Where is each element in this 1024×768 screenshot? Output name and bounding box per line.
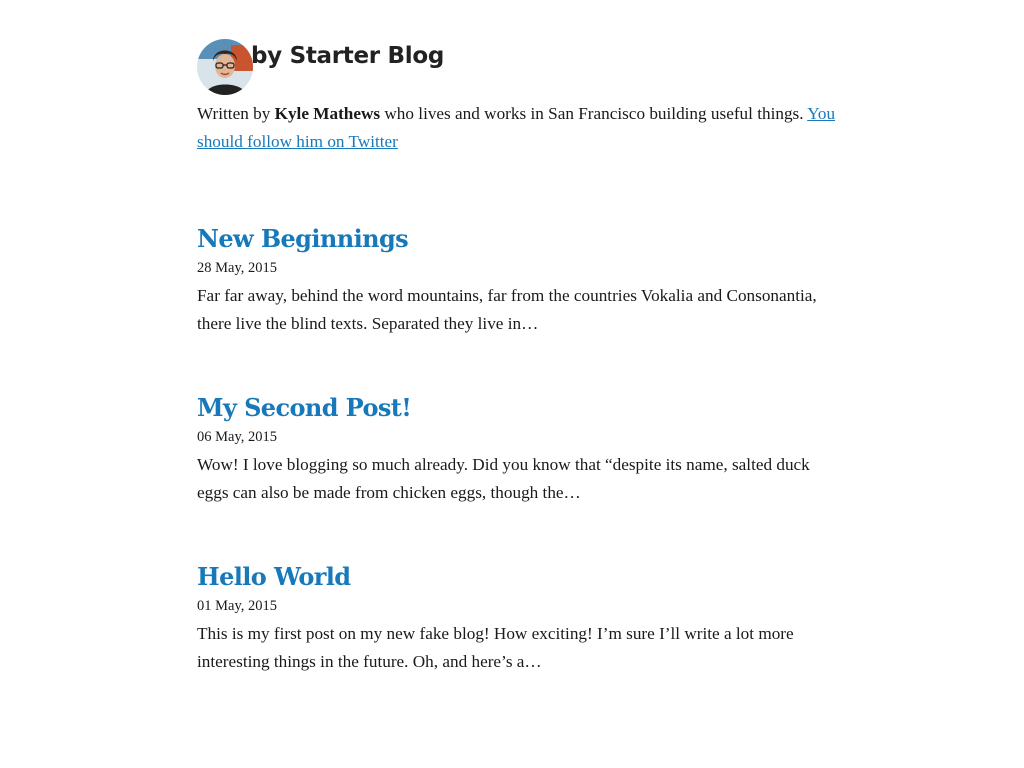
author-bio: Written by Kyle Mathews who lives and wo… bbox=[197, 100, 837, 156]
post-title-link[interactable]: New Beginnings bbox=[197, 224, 409, 254]
post-title-link[interactable]: My Second Post! bbox=[197, 393, 412, 423]
post-date: 06 May, 2015 bbox=[197, 429, 278, 445]
bio-prefix: Written by bbox=[197, 104, 275, 123]
post-excerpt: Far far away, behind the word mountains,… bbox=[197, 286, 817, 333]
page-container: by Starter Blog Written by Kyle Mathews … bbox=[197, 38, 837, 676]
post-excerpt: This is my first post on my new fake blo… bbox=[197, 624, 794, 671]
site-title[interactable]: by Starter Blog bbox=[251, 43, 444, 69]
post-item: My Second Post! 06 May, 2015 Wow! I love… bbox=[197, 393, 837, 507]
post-title-link[interactable]: Hello World bbox=[197, 562, 351, 592]
post-date: 01 May, 2015 bbox=[197, 598, 278, 614]
author-avatar bbox=[197, 39, 253, 95]
post-item: New Beginnings 28 May, 2015 Far far away… bbox=[197, 224, 837, 338]
author-name: Kyle Mathews bbox=[274, 104, 381, 123]
avatar-image bbox=[197, 39, 253, 95]
site-header: by Starter Blog bbox=[197, 38, 837, 96]
post-date: 28 May, 2015 bbox=[197, 260, 278, 276]
bio-middle: who lives and works in San Francisco bui… bbox=[380, 104, 808, 123]
post-excerpt: Wow! I love blogging so much already. Di… bbox=[197, 455, 810, 502]
post-item: Hello World 01 May, 2015 This is my firs… bbox=[197, 562, 837, 676]
